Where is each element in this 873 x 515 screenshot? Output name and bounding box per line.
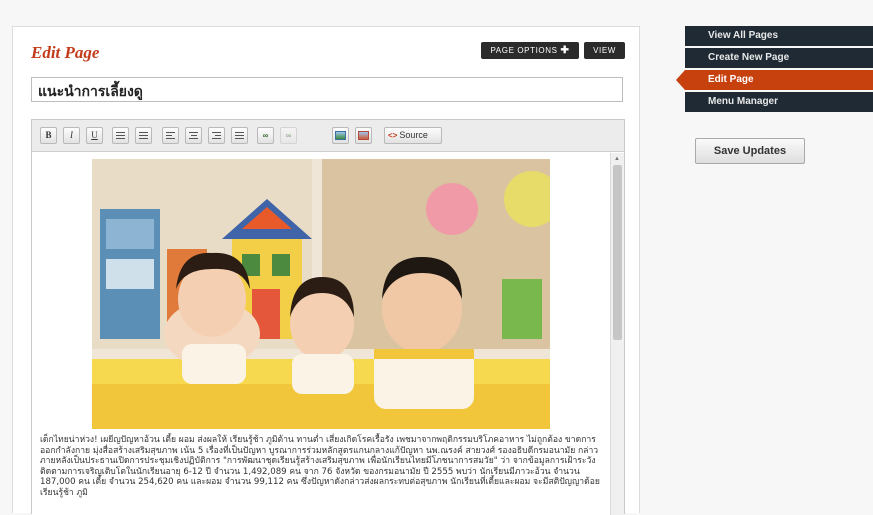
unordered-list-icon[interactable]: [135, 127, 152, 144]
insert-flash-icon[interactable]: [355, 127, 372, 144]
insert-image-icon[interactable]: [332, 127, 349, 144]
source-label: Source: [399, 130, 428, 140]
source-button[interactable]: <> Source: [384, 127, 442, 144]
align-left-icon[interactable]: [162, 127, 179, 144]
page-title: Edit Page: [31, 43, 100, 62]
sidebar-item-create-new-page[interactable]: Create New Page: [685, 48, 873, 68]
editor-content-area[interactable]: เด็กไทยน่าห่วง! เผยีญปัญหาอ้วน เตี้ย ผอม…: [32, 153, 610, 515]
view-button[interactable]: VIEW: [584, 42, 625, 59]
underline-button[interactable]: U: [86, 127, 103, 144]
edit-page-panel: Edit Page PAGE OPTIONS ✚ VIEW แนะนำการเลี…: [12, 26, 640, 515]
editor-scrollbar[interactable]: ▲: [610, 153, 624, 515]
align-center-icon[interactable]: [185, 127, 202, 144]
sidebar-item-view-all-pages[interactable]: View All Pages: [685, 26, 873, 46]
rich-text-editor: B I U ∞ ∞ <> Source เด็กไทยน่าห่วง! เผยี…: [31, 119, 625, 515]
plus-icon: ✚: [560, 45, 570, 56]
sidebar-item-menu-manager[interactable]: Menu Manager: [685, 92, 873, 112]
save-updates-button[interactable]: Save Updates: [695, 138, 805, 164]
page-options-button[interactable]: PAGE OPTIONS ✚: [481, 42, 579, 59]
italic-button[interactable]: I: [63, 127, 80, 144]
children-photo: [92, 159, 550, 429]
page-options-label: PAGE OPTIONS: [490, 46, 558, 55]
unlink-icon[interactable]: ∞: [280, 127, 297, 144]
scroll-thumb[interactable]: [613, 165, 622, 340]
page-title-input[interactable]: แนะนำการเลี้ยงดู: [31, 77, 623, 102]
sidebar-item-edit-page[interactable]: Edit Page: [676, 70, 873, 90]
bold-button[interactable]: B: [40, 127, 57, 144]
align-justify-icon[interactable]: [231, 127, 248, 144]
align-right-icon[interactable]: [208, 127, 225, 144]
ordered-list-icon[interactable]: [112, 127, 129, 144]
body-text: เด็กไทยน่าห่วง! เผยีญปัญหาอ้วน เตี้ย ผอม…: [40, 435, 600, 498]
source-code-icon: <>: [388, 131, 398, 140]
scroll-up-icon[interactable]: ▲: [614, 156, 620, 162]
insert-link-icon[interactable]: ∞: [257, 127, 274, 144]
sidebar-nav: View All Pages Create New Page Edit Page…: [676, 26, 873, 114]
editor-toolbar: B I U ∞ ∞ <> Source: [32, 120, 624, 152]
